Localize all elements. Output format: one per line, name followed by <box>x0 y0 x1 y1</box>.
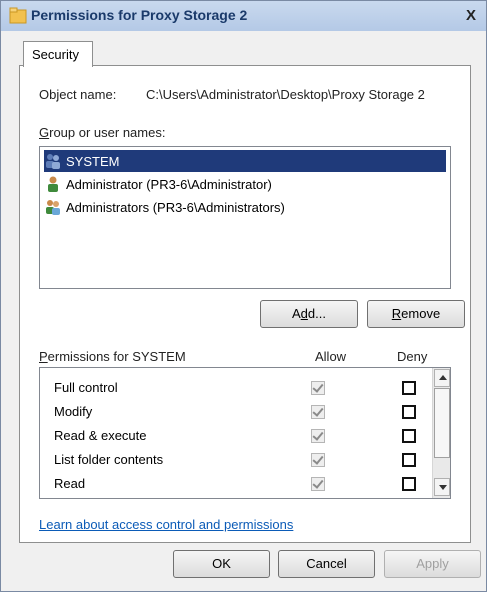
deny-checkbox[interactable] <box>402 405 416 419</box>
permission-name: Read <box>54 476 86 491</box>
deny-checkbox[interactable] <box>402 429 416 443</box>
learn-more-link[interactable]: Learn about access control and permissio… <box>39 517 293 532</box>
permission-row: Read & execute <box>40 424 430 448</box>
permission-row: List folder contents <box>40 448 430 472</box>
title-bar[interactable]: Permissions for Proxy Storage 2 X <box>1 1 486 31</box>
group-users-icon <box>46 200 60 215</box>
permission-name: List folder contents <box>54 452 164 467</box>
user-icon <box>48 176 58 192</box>
allow-column-header: Allow <box>315 349 347 364</box>
group-user-listbox[interactable]: SYSTEM Administrator (PR3-6\Administrato… <box>39 146 451 289</box>
allow-checkbox <box>311 405 325 419</box>
folder-icon <box>9 7 27 24</box>
tab-security[interactable]: Security <box>23 41 93 67</box>
permission-name: Read & execute <box>54 428 147 443</box>
deny-checkbox[interactable] <box>402 453 416 467</box>
scroll-down-button[interactable] <box>434 478 450 496</box>
list-item-label: Administrators (PR3-6\Administrators) <box>66 199 285 215</box>
deny-checkbox[interactable] <box>402 477 416 491</box>
allow-checkbox <box>311 477 325 491</box>
group-user-names-label: Group or user names: <box>39 125 166 140</box>
security-panel: Object name: C:\Users\Administrator\Desk… <box>19 65 471 543</box>
deny-column-header: Deny <box>397 349 428 364</box>
permission-row: Read <box>40 472 430 496</box>
object-name-label: Object name: <box>39 87 117 102</box>
remove-button[interactable]: Remove <box>367 300 465 328</box>
permissions-dialog: Permissions for Proxy Storage 2 X Securi… <box>0 0 487 592</box>
cancel-button[interactable]: Cancel <box>278 550 375 578</box>
arrow-up-icon <box>439 375 447 380</box>
permission-row: Modify <box>40 400 430 424</box>
list-item-administrators[interactable]: Administrators (PR3-6\Administrators) <box>44 196 446 218</box>
allow-checkbox <box>311 381 325 395</box>
list-item-label: Administrator (PR3-6\Administrator) <box>66 176 272 192</box>
object-name-value: C:\Users\Administrator\Desktop\Proxy Sto… <box>146 87 425 102</box>
permission-name: Modify <box>54 404 93 419</box>
allow-checkbox <box>311 429 325 443</box>
apply-button[interactable]: Apply <box>384 550 481 578</box>
arrow-down-icon <box>439 485 447 490</box>
permissions-list: Full control Modify Read & execute List … <box>39 367 451 499</box>
close-button[interactable]: X <box>462 7 480 25</box>
add-button[interactable]: Add... <box>260 300 358 328</box>
permission-name: Full control <box>54 380 118 395</box>
vertical-scrollbar[interactable] <box>432 368 450 498</box>
list-item-label: SYSTEM <box>66 153 120 169</box>
deny-checkbox[interactable] <box>402 381 416 395</box>
group-users-icon <box>46 154 60 169</box>
permission-row: Full control <box>40 376 430 400</box>
scroll-up-button[interactable] <box>434 369 450 387</box>
permissions-label: Permissions for SYSTEM <box>39 349 186 364</box>
list-item-system[interactable]: SYSTEM <box>44 150 446 172</box>
allow-checkbox <box>311 453 325 467</box>
list-item-administrator[interactable]: Administrator (PR3-6\Administrator) <box>44 173 446 195</box>
window-title: Permissions for Proxy Storage 2 <box>31 7 248 23</box>
scroll-thumb[interactable] <box>434 388 450 458</box>
ok-button[interactable]: OK <box>173 550 270 578</box>
